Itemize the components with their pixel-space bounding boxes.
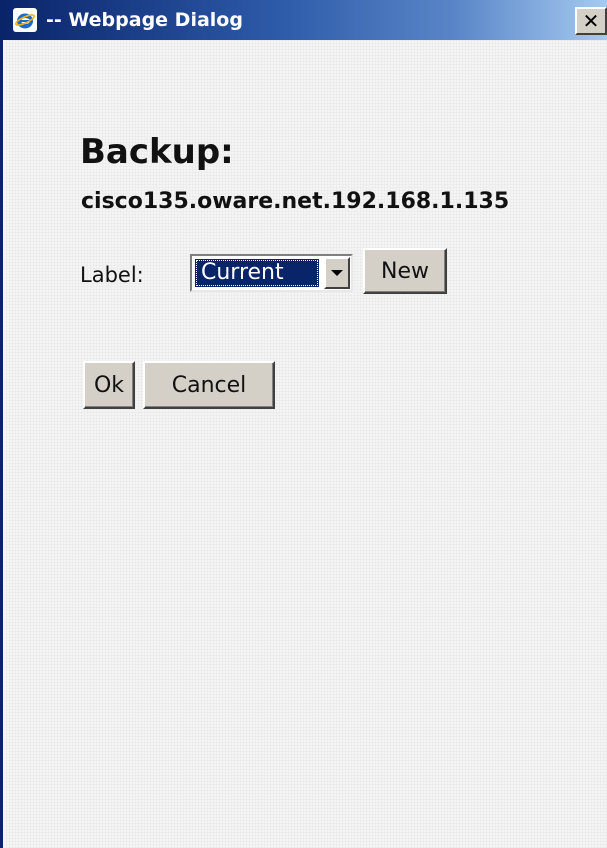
dialog-body: Backup: cisco135.oware.net.192.168.1.135… — [6, 40, 607, 848]
new-button[interactable]: New — [363, 248, 447, 294]
label-select-value: Current — [195, 259, 319, 287]
ok-button[interactable]: Ok — [83, 361, 135, 409]
label-caption: Label: — [80, 263, 144, 287]
internet-explorer-icon — [13, 8, 37, 32]
chevron-down-icon — [331, 270, 343, 276]
label-select[interactable]: Current — [190, 254, 353, 292]
dialog-window: -- Webpage Dialog ✕ Backup: cisco135.owa… — [0, 0, 607, 848]
cancel-button[interactable]: Cancel — [143, 361, 275, 409]
window-title: -- Webpage Dialog — [46, 9, 243, 31]
page-title: Backup: — [80, 132, 234, 172]
close-button[interactable]: ✕ — [575, 7, 607, 35]
device-hostname: cisco135.oware.net.192.168.1.135 — [81, 189, 510, 214]
dropdown-button[interactable] — [324, 257, 350, 289]
title-bar[interactable]: -- Webpage Dialog ✕ — [3, 0, 607, 40]
close-icon: ✕ — [582, 9, 600, 33]
